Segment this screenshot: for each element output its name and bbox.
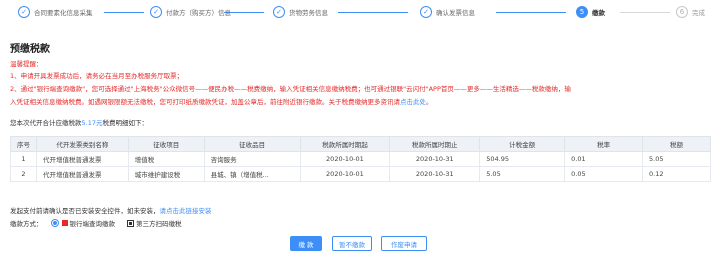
- progress-stepper: ✓ 合同要素化信息采集 ✓ 付款方（购买方）信息 ✓ 货物劳务信息 ✓ 确认发票…: [0, 5, 721, 19]
- check-icon: ✓: [420, 6, 432, 18]
- cell-levy-subitem: 县城、镇（增值税...: [203, 166, 301, 182]
- scan-pay-label[interactable]: 第三方扫码缴税: [136, 218, 182, 228]
- tax-summary: 您本次代开合计应缴税款5.17元税费明细如下：: [10, 117, 148, 127]
- step-label: 确认发票信息: [436, 9, 475, 17]
- install-text: 发起支付前请确认是否已安装安全控件，如未安装，: [10, 207, 160, 215]
- cell-levy-item: 增值税: [127, 151, 205, 167]
- step-connector: [338, 12, 408, 13]
- cell-levy-item: 城市维护建设税: [127, 166, 205, 182]
- cell-tax-amount: 0.12: [642, 166, 711, 182]
- cell-taxable-amount: 5.05: [479, 166, 566, 182]
- cell-no: 1: [10, 151, 37, 167]
- total-amount: 5.17元: [81, 119, 103, 127]
- install-notice: 发起支付前请确认是否已安装安全控件，如未安装，请点击此链接安装: [10, 205, 212, 215]
- cell-tax-rate: 0.05: [564, 166, 644, 182]
- step-number-icon: 5: [576, 6, 588, 18]
- tax-detail-table: 序号 代开发票类别名称 征收项目 征收品目 税款所属时期起 税款所属时期止 计税…: [10, 136, 711, 182]
- notice-line-3-text: 入凭证相关信息缴纳税费。如遇网银限额无法缴税，您可打印纸质缴款凭证，加盖公章后，…: [10, 98, 400, 106]
- check-icon: ✓: [18, 6, 30, 18]
- notice-line-1: 1、申请开具发票成功后，请务必在当月至办税服务厅取票；: [10, 72, 184, 80]
- page-title: 预缴税款: [10, 44, 50, 55]
- cell-invoice-type: 代开增值税普通发票: [35, 166, 129, 182]
- step-3: ✓ 货物劳务信息: [273, 5, 328, 19]
- step-connector: [620, 12, 670, 13]
- step-number-icon: 6: [676, 6, 688, 18]
- header-period-from: 税款所属时期起: [299, 136, 391, 152]
- step-2: ✓ 付款方（购买方）信息: [150, 5, 231, 19]
- cell-period-to: 2020-10-31: [389, 151, 481, 167]
- payment-method: 缴款方式： 银行端查询缴款 第三方扫码缴税: [10, 218, 182, 228]
- table-row: 2 代开增值税普通发票 城市维护建设税 县城、镇（增值税... 2020-10-…: [10, 166, 711, 182]
- header-invoice-type: 代开发票类别名称: [35, 136, 129, 152]
- header-levy-subitem: 征收品目: [203, 136, 301, 152]
- install-link[interactable]: 请点击此链接安装: [160, 207, 212, 215]
- step-label: 货物劳务信息: [289, 9, 328, 17]
- step-label: 缴款: [592, 9, 605, 17]
- step-connector: [496, 12, 566, 13]
- cell-period-from: 2020-10-01: [299, 166, 391, 182]
- check-icon: ✓: [273, 6, 285, 18]
- notice-line-2: 2、通过"银行端查询缴款"，您可选择通过"上海税务"公众微信号——便民办税——税…: [10, 85, 571, 93]
- cell-period-from: 2020-10-01: [299, 151, 391, 167]
- header-period-to: 税款所属时期止: [389, 136, 481, 152]
- step-label: 付款方（购买方）信息: [166, 9, 231, 17]
- cell-tax-rate: 0.01: [564, 151, 644, 167]
- step-4: ✓ 确认发票信息: [420, 5, 475, 19]
- payment-method-label: 缴款方式：: [10, 220, 43, 228]
- cell-invoice-type: 代开增值税普通发票: [35, 151, 129, 167]
- bank-query-radio[interactable]: [50, 219, 59, 227]
- bank-query-label[interactable]: 银行端查询缴款: [70, 218, 116, 228]
- step-connector: [104, 12, 144, 13]
- step-5: 5 缴款: [576, 5, 605, 19]
- cell-period-to: 2020-10-31: [389, 166, 481, 182]
- cell-no: 2: [10, 166, 37, 182]
- pay-later-button[interactable]: 暂不缴款: [332, 236, 372, 251]
- header-no: 序号: [10, 136, 37, 152]
- cell-taxable-amount: 504.95: [479, 151, 566, 167]
- notice-line-3: 入凭证相关信息缴纳税费。如遇网银限额无法缴税，您可打印纸质缴款凭证，加盖公章后，…: [10, 96, 433, 106]
- notice-line-3-end: 。: [426, 98, 433, 106]
- notice-heading: 温馨提醒：: [10, 60, 43, 68]
- qr-code-icon[interactable]: [127, 219, 134, 227]
- header-levy-item: 征收项目: [127, 136, 205, 152]
- cell-tax-amount: 5.05: [642, 151, 711, 167]
- step-label: 合同要素化信息采集: [34, 9, 93, 17]
- table-header-row: 序号 代开发票类别名称 征收项目 征收品目 税款所属时期起 税款所属时期止 计税…: [10, 136, 711, 152]
- void-application-button[interactable]: 作废申请: [381, 236, 427, 251]
- header-tax-amount: 税额: [642, 136, 711, 152]
- step-1: ✓ 合同要素化信息采集: [18, 5, 93, 19]
- cell-levy-subitem: 咨询服务: [203, 151, 301, 167]
- step-6: 6 完成: [676, 5, 705, 19]
- pay-button[interactable]: 缴 款: [290, 236, 322, 251]
- step-label: 完成: [692, 9, 705, 17]
- check-icon: ✓: [150, 6, 162, 18]
- bank-icon: [61, 220, 68, 226]
- summary-prefix: 您本次代开合计应缴税款: [10, 119, 82, 127]
- click-here-link[interactable]: 点击此处: [400, 98, 426, 106]
- header-taxable-amount: 计税金额: [479, 136, 566, 152]
- summary-suffix: 税费明细如下：: [102, 119, 148, 127]
- table-row: 1 代开增值税普通发票 增值税 咨询服务 2020-10-01 2020-10-…: [10, 151, 711, 167]
- header-tax-rate: 税率: [564, 136, 644, 152]
